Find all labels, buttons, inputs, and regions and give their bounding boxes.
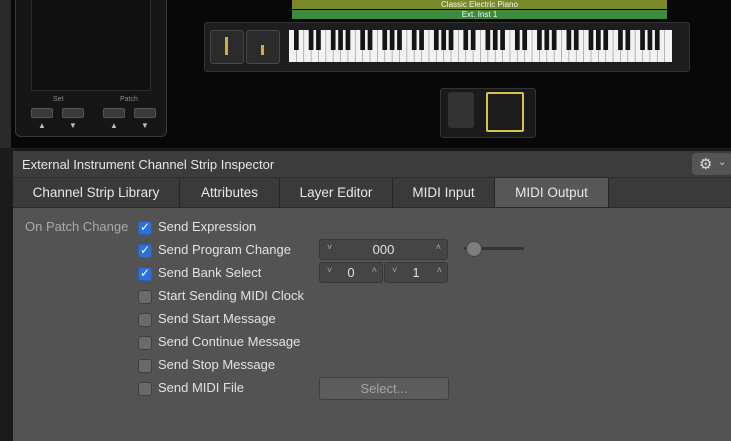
patch-button-down[interactable] bbox=[134, 108, 156, 118]
program-change-stepper[interactable]: ˅ 000 ˄ bbox=[319, 239, 448, 260]
left-edge-panel bbox=[0, 0, 11, 148]
gear-icon: ⚙ bbox=[699, 156, 713, 173]
chevron-down-icon: ⌄ bbox=[718, 157, 727, 168]
pitch-wheel[interactable] bbox=[210, 30, 244, 64]
tab-channel-strip-library[interactable]: Channel Strip Library bbox=[13, 178, 180, 207]
set-label: Set bbox=[53, 96, 64, 103]
option-label[interactable]: Send Stop Message bbox=[158, 357, 275, 372]
instrument-view: Set Patch ▲ ▼ ▲ ▼ Classic Electric Piano… bbox=[0, 0, 731, 148]
mod-wheel[interactable] bbox=[246, 30, 280, 64]
option-checkbox[interactable] bbox=[138, 336, 152, 350]
set-button-up[interactable] bbox=[31, 108, 53, 118]
program-slider-knob[interactable] bbox=[466, 241, 482, 257]
inspector-header: External Instrument Channel Strip Inspec… bbox=[13, 151, 731, 178]
option-checkbox[interactable] bbox=[138, 313, 152, 327]
track-slot-2[interactable]: Ext. Inst 1 bbox=[292, 10, 667, 19]
program-up-icon[interactable]: ˄ bbox=[436, 242, 441, 252]
patch-up-arrow-icon: ▲ bbox=[110, 121, 118, 130]
tab-layer-editor[interactable]: Layer Editor bbox=[280, 178, 393, 207]
option-checkbox[interactable] bbox=[138, 290, 152, 304]
bank-msb-up-icon[interactable]: ˄ bbox=[372, 265, 377, 275]
track-slot-1[interactable]: Classic Electric Piano bbox=[292, 0, 667, 9]
option-label[interactable]: Send Continue Message bbox=[158, 334, 300, 349]
on-patch-change-label: On Patch Change bbox=[25, 219, 129, 234]
tab-bar: Channel Strip Library Attributes Layer E… bbox=[13, 178, 731, 208]
tab-midi-output[interactable]: MIDI Output bbox=[495, 178, 609, 207]
set-down-arrow-icon: ▼ bbox=[69, 121, 77, 130]
patch-label: Patch bbox=[120, 96, 138, 103]
action-menu-button[interactable]: ⚙ ⌄ bbox=[692, 153, 731, 175]
tab-midi-input[interactable]: MIDI Input bbox=[393, 178, 495, 207]
option-label[interactable]: Send Bank Select bbox=[158, 265, 261, 280]
patch-button-up[interactable] bbox=[103, 108, 125, 118]
bank-select-lsb-stepper[interactable]: ˅ 1 ˄ bbox=[384, 262, 448, 283]
option-checkbox[interactable]: ✓ bbox=[138, 220, 152, 235]
tab-attributes[interactable]: Attributes bbox=[180, 178, 280, 207]
select-midi-file-button[interactable]: Select... bbox=[319, 377, 449, 400]
set-button-down[interactable] bbox=[62, 108, 84, 118]
checkmark-icon: ✓ bbox=[140, 220, 151, 234]
option-label[interactable]: Send Start Message bbox=[158, 311, 276, 326]
patch-down-arrow-icon: ▼ bbox=[141, 121, 149, 130]
piano-keyboard[interactable] bbox=[289, 30, 672, 62]
bank-select-msb-stepper[interactable]: ˅ 0 ˄ bbox=[319, 262, 383, 283]
set-up-arrow-icon: ▲ bbox=[38, 121, 46, 130]
option-label[interactable]: Start Sending MIDI Clock bbox=[158, 288, 304, 303]
bank-lsb-up-icon[interactable]: ˄ bbox=[437, 265, 442, 275]
inspector-title: External Instrument Channel Strip Inspec… bbox=[22, 157, 275, 172]
checkmark-icon: ✓ bbox=[140, 243, 151, 257]
option-label[interactable]: Send Program Change bbox=[158, 242, 291, 257]
option-checkbox[interactable]: ✓ bbox=[138, 266, 152, 281]
sustain-pedal[interactable] bbox=[486, 92, 524, 132]
program-change-value: 000 bbox=[372, 242, 395, 257]
option-label[interactable]: Send MIDI File bbox=[158, 380, 244, 395]
device-screen bbox=[31, 0, 151, 91]
option-checkbox[interactable]: ✓ bbox=[138, 243, 152, 258]
option-label[interactable]: Send Expression bbox=[158, 219, 256, 234]
option-checkbox[interactable] bbox=[138, 382, 152, 396]
checkmark-icon: ✓ bbox=[140, 266, 151, 280]
device-panel: Set Patch ▲ ▼ ▲ ▼ bbox=[15, 0, 167, 137]
expression-pedal[interactable] bbox=[448, 92, 474, 128]
option-checkbox[interactable] bbox=[138, 359, 152, 373]
